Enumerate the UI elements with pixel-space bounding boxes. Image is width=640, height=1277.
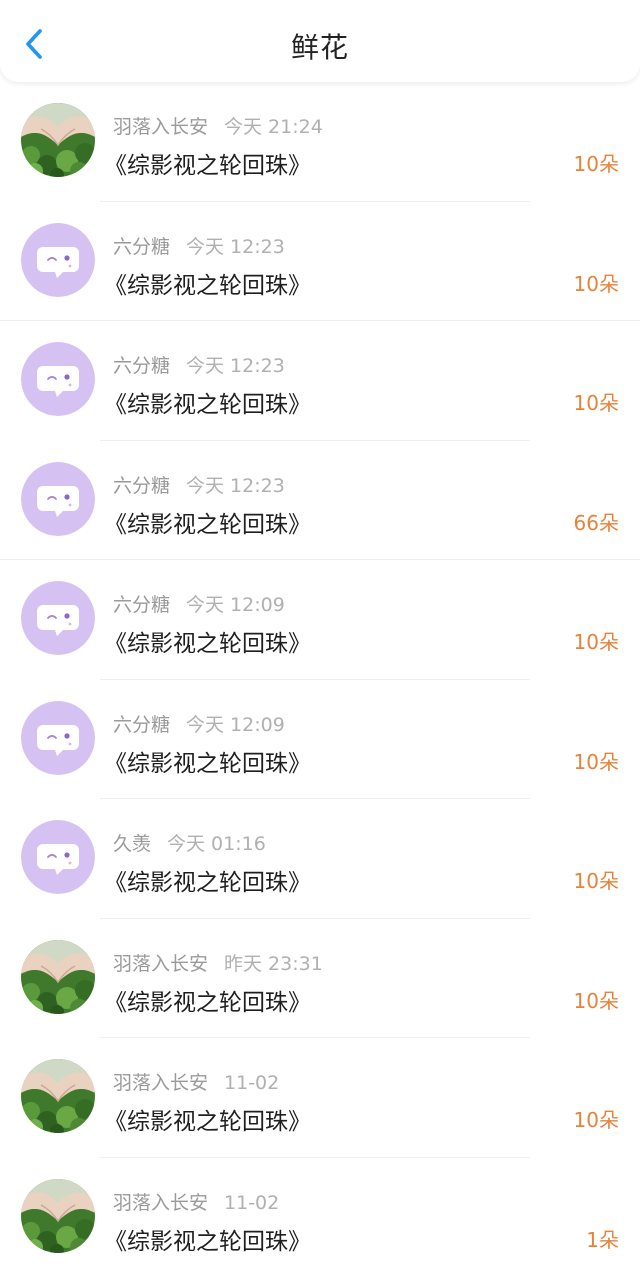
flower-count: 10朵: [574, 387, 619, 416]
user-name[interactable]: 六分糖: [113, 236, 170, 258]
item-meta: 久羡今天 01:16: [113, 829, 266, 856]
item-meta: 羽落入长安 11-02: [113, 1188, 279, 1215]
avatar[interactable]: [21, 581, 95, 655]
timestamp: 今天 12:09: [186, 714, 285, 736]
item-meta: 六分糖今天 12:09: [113, 710, 285, 737]
item-meta: 羽落入长安今天 21:24: [113, 112, 323, 139]
user-name[interactable]: 六分糖: [113, 594, 170, 616]
avatar[interactable]: [21, 1179, 95, 1253]
timestamp: 今天 12:23: [186, 355, 285, 377]
user-name[interactable]: 羽落入长安: [113, 953, 208, 975]
book-title[interactable]: 《综影视之轮回珠》: [104, 744, 311, 778]
list-item[interactable]: 羽落入长安今天 21:24 《综影视之轮回珠》 10朵: [0, 82, 640, 202]
flower-count: 10朵: [574, 268, 619, 297]
avatar[interactable]: [21, 1059, 95, 1133]
avatar[interactable]: [21, 462, 95, 536]
flower-count: 10朵: [574, 148, 619, 177]
top-bar: 鲜花: [0, 0, 640, 82]
list-item[interactable]: 羽落入长安 11-02 《综影视之轮回珠》 1朵: [0, 1158, 640, 1277]
item-meta: 六分糖今天 12:23: [113, 232, 285, 259]
list-item[interactable]: 六分糖今天 12:23 《综影视之轮回珠》 10朵: [0, 321, 640, 441]
avatar[interactable]: [21, 701, 95, 775]
book-title[interactable]: 《综影视之轮回珠》: [104, 266, 311, 300]
list-item[interactable]: 六分糖今天 12:23 《综影视之轮回珠》 66朵: [0, 441, 640, 561]
book-title[interactable]: 《综影视之轮回珠》: [104, 146, 311, 180]
item-meta: 羽落入长安昨天 23:31: [113, 949, 323, 976]
timestamp: 今天 12:09: [186, 594, 285, 616]
list-item[interactable]: 羽落入长安 11-02 《综影视之轮回珠》 10朵: [0, 1038, 640, 1158]
book-title[interactable]: 《综影视之轮回珠》: [104, 505, 311, 539]
book-title[interactable]: 《综影视之轮回珠》: [104, 385, 311, 419]
flower-count: 10朵: [574, 985, 619, 1014]
item-meta: 羽落入长安 11-02: [113, 1068, 279, 1095]
flower-count: 10朵: [574, 626, 619, 655]
user-name[interactable]: 六分糖: [113, 355, 170, 377]
list-item[interactable]: 六分糖今天 12:09 《综影视之轮回珠》 10朵: [0, 560, 640, 680]
flower-count: 1朵: [586, 1224, 619, 1253]
user-name[interactable]: 羽落入长安: [113, 1072, 208, 1094]
list-item[interactable]: 六分糖今天 12:09 《综影视之轮回珠》 10朵: [0, 680, 640, 800]
timestamp: 昨天 23:31: [224, 953, 323, 975]
list-item[interactable]: 久羡今天 01:16 《综影视之轮回珠》 10朵: [0, 799, 640, 919]
avatar[interactable]: [21, 103, 95, 177]
item-meta: 六分糖今天 12:09: [113, 590, 285, 617]
avatar[interactable]: [21, 342, 95, 416]
list-item[interactable]: 六分糖今天 12:23 《综影视之轮回珠》 10朵: [0, 202, 640, 322]
page-title: 鲜花: [0, 26, 640, 66]
avatar[interactable]: [21, 223, 95, 297]
avatar[interactable]: [21, 940, 95, 1014]
item-meta: 六分糖今天 12:23: [113, 471, 285, 498]
user-name[interactable]: 久羡: [113, 833, 151, 855]
book-title[interactable]: 《综影视之轮回珠》: [104, 1222, 311, 1256]
book-title[interactable]: 《综影视之轮回珠》: [104, 624, 311, 658]
book-title[interactable]: 《综影视之轮回珠》: [104, 983, 311, 1017]
avatar[interactable]: [21, 820, 95, 894]
item-meta: 六分糖今天 12:23: [113, 351, 285, 378]
timestamp: 今天 12:23: [186, 236, 285, 258]
user-name[interactable]: 六分糖: [113, 714, 170, 736]
book-title[interactable]: 《综影视之轮回珠》: [104, 1102, 311, 1136]
book-title[interactable]: 《综影视之轮回珠》: [104, 863, 311, 897]
flower-count: 66朵: [574, 507, 619, 536]
flower-count: 10朵: [574, 746, 619, 775]
timestamp: 今天 12:23: [186, 475, 285, 497]
timestamp: 11-02: [224, 1192, 279, 1214]
timestamp: 11-02: [224, 1072, 279, 1094]
list-item[interactable]: 羽落入长安昨天 23:31 《综影视之轮回珠》 10朵: [0, 919, 640, 1039]
flower-list: 羽落入长安今天 21:24《综影视之轮回珠》10朵 六分糖今天 12:23《综影…: [0, 82, 640, 1277]
timestamp: 今天 21:24: [224, 116, 323, 138]
flower-count: 10朵: [574, 865, 619, 894]
user-name[interactable]: 羽落入长安: [113, 116, 208, 138]
user-name[interactable]: 羽落入长安: [113, 1192, 208, 1214]
timestamp: 今天 01:16: [167, 833, 266, 855]
user-name[interactable]: 六分糖: [113, 475, 170, 497]
flower-count: 10朵: [574, 1104, 619, 1133]
